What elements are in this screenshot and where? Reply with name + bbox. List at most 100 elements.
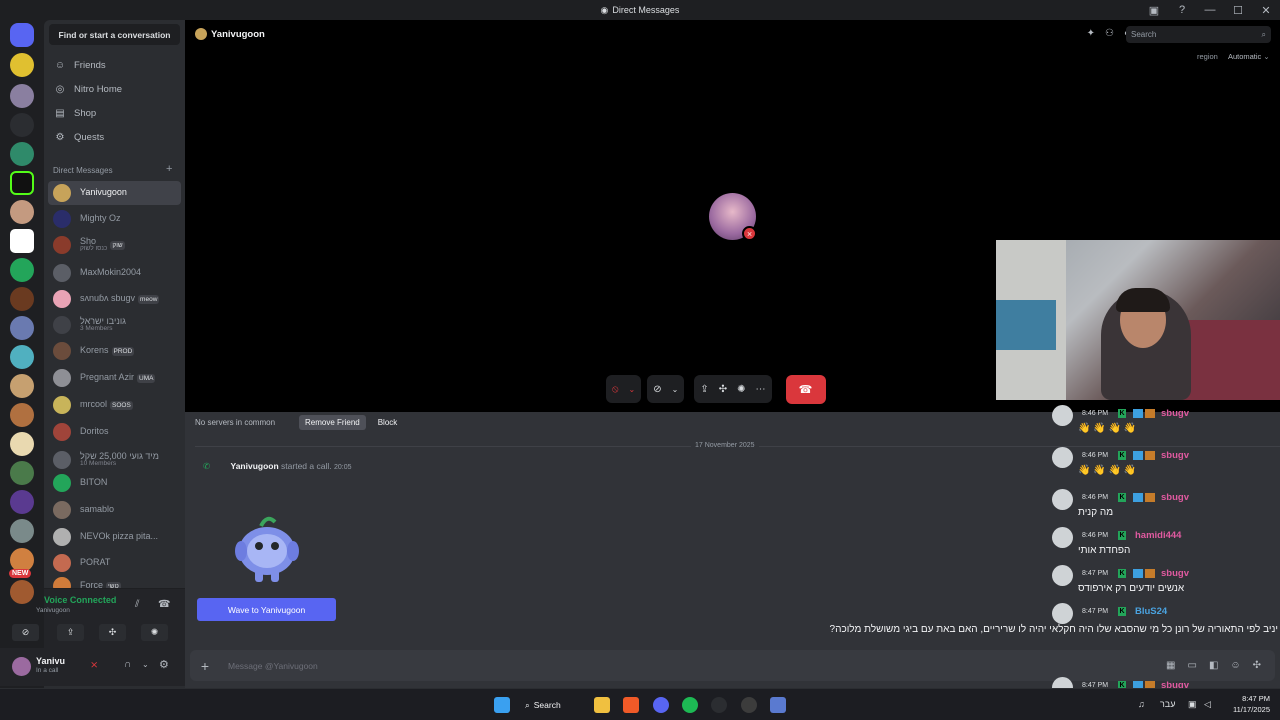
- home-button[interactable]: [10, 23, 34, 47]
- dm-item[interactable]: MaxMokin2004: [48, 261, 181, 285]
- obs-icon[interactable]: [741, 697, 757, 713]
- block-button[interactable]: Block: [378, 418, 398, 427]
- search-input[interactable]: Search ⌕: [1126, 26, 1271, 43]
- region-value[interactable]: Automatic: [1228, 52, 1261, 61]
- dm-item[interactable]: Sho כנסו לשוק שוק: [48, 233, 181, 257]
- discord-icon[interactable]: [653, 697, 669, 713]
- server-icon[interactable]: [10, 432, 34, 456]
- screenshare-button[interactable]: ⇪: [57, 624, 84, 641]
- server-icon[interactable]: [10, 171, 34, 195]
- camera-control[interactable]: ⊘ ⌄: [647, 375, 685, 403]
- help-icon[interactable]: ?: [1168, 4, 1196, 16]
- server-icon[interactable]: [10, 490, 34, 514]
- dm-item[interactable]: sʌnuɓʌ sbugv meow: [48, 287, 181, 311]
- add-friends-icon[interactable]: ⚇: [1105, 28, 1114, 39]
- volume-icon[interactable]: ◁: [1204, 699, 1211, 710]
- find-conversation-button[interactable]: Find or start a conversation: [49, 24, 180, 45]
- system-user[interactable]: Yanivugoon: [231, 461, 279, 471]
- chevron-down-icon[interactable]: ⌄: [672, 385, 679, 394]
- server-icon[interactable]: [10, 580, 34, 604]
- mic-control[interactable]: ⦸ ⌄: [606, 375, 642, 403]
- nav-friends[interactable]: ☺ Friends: [48, 54, 181, 76]
- language-indicator[interactable]: עבר: [1160, 699, 1175, 709]
- title-bar: ◉ Direct Messages ▣ ? — ☐ ✕: [0, 0, 1280, 20]
- spotify-icon[interactable]: [682, 697, 698, 713]
- nav-quests[interactable]: ⚙ Quests: [48, 126, 181, 148]
- search-icon: ⌕: [1261, 29, 1266, 39]
- avatar[interactable]: [12, 657, 31, 676]
- username[interactable]: Yanivu: [36, 656, 65, 666]
- network-icon[interactable]: ▣: [1188, 699, 1197, 710]
- voice-channel[interactable]: Yanivugoon: [36, 607, 70, 614]
- start-icon[interactable]: [494, 697, 510, 713]
- hang-up-button[interactable]: ☎: [785, 375, 826, 404]
- server-icon[interactable]: [10, 287, 34, 311]
- nav-nitro-home[interactable]: ◎ Nitro Home: [48, 78, 181, 100]
- more-icon[interactable]: ⋯: [756, 384, 766, 395]
- dm-item[interactable]: מיד גועי 25,000 שקל 10 Members: [48, 448, 181, 472]
- settings-icon[interactable]: ⚙: [159, 658, 169, 671]
- server-icon[interactable]: [10, 403, 34, 427]
- nav-shop[interactable]: ▤ Shop: [48, 102, 181, 124]
- screenshare-icon[interactable]: ⇪: [700, 384, 708, 395]
- brave-icon[interactable]: [623, 697, 639, 713]
- dm-item[interactable]: גוניבו ישראל 3 Members: [48, 313, 181, 337]
- server-icon[interactable]: [10, 200, 34, 224]
- webcam-feed[interactable]: [996, 240, 1280, 400]
- mute-icon[interactable]: ⨯: [90, 660, 98, 671]
- shop-icon: ▤: [55, 107, 65, 119]
- disconnect-icon[interactable]: ☎: [158, 599, 170, 610]
- activities-button[interactable]: ✣: [99, 624, 126, 641]
- camera-button[interactable]: ⊘: [12, 624, 39, 641]
- server-icon[interactable]: [10, 113, 34, 137]
- dm-item[interactable]: BITON: [48, 471, 181, 495]
- dm-item[interactable]: Mighty Oz: [48, 207, 181, 231]
- server-icon[interactable]: [10, 142, 34, 166]
- chevron-down-icon[interactable]: ⌄: [629, 385, 636, 394]
- attach-icon[interactable]: +: [190, 658, 220, 674]
- mic-muted-icon[interactable]: ⦸: [612, 384, 619, 395]
- region-selector[interactable]: region Automatic ⌄: [1197, 52, 1270, 61]
- server-icon[interactable]: [10, 374, 34, 398]
- activities-icon[interactable]: ✣: [719, 384, 727, 395]
- app-icon[interactable]: [711, 697, 727, 713]
- minimize-button[interactable]: —: [1196, 4, 1224, 16]
- clock[interactable]: 8:47 PM 11/17/2025: [1233, 693, 1270, 715]
- headphones-icon[interactable]: ∩: [124, 659, 131, 670]
- dm-item[interactable]: Pregnant Azir UMA: [48, 366, 181, 390]
- server-icon[interactable]: [10, 519, 34, 543]
- message-input[interactable]: Message @Yanivugoon: [228, 661, 318, 671]
- taskbar-search[interactable]: ⌕ Search: [525, 696, 577, 714]
- file-explorer-icon[interactable]: [594, 697, 610, 713]
- soundboard-button[interactable]: ✺: [141, 624, 168, 641]
- dm-item[interactable]: NEVOk pizza pita...: [48, 525, 181, 549]
- noise-suppression-icon[interactable]: ⫽: [135, 599, 139, 610]
- wave-button[interactable]: Wave to Yanivugoon: [197, 598, 336, 621]
- dm-item[interactable]: Yanivugoon: [48, 181, 181, 205]
- server-icon[interactable]: [10, 84, 34, 108]
- dm-name-block: Sho כנסו לשוק: [80, 236, 107, 253]
- remove-friend-button[interactable]: Remove Friend: [299, 414, 366, 430]
- pin-icon[interactable]: ✦: [1087, 28, 1095, 39]
- message-author: BluS24: [1135, 606, 1168, 617]
- maximize-button[interactable]: ☐: [1224, 4, 1252, 17]
- dm-item[interactable]: Doritos: [48, 420, 181, 444]
- mic-icon[interactable]: ♫: [1138, 699, 1145, 709]
- dm-item[interactable]: PORAT: [48, 551, 181, 575]
- inbox-icon[interactable]: ▣: [1140, 4, 1168, 17]
- server-icon[interactable]: [10, 316, 34, 340]
- server-icon[interactable]: [10, 229, 34, 253]
- server-icon[interactable]: [10, 53, 34, 77]
- app-icon[interactable]: [770, 697, 786, 713]
- create-dm-icon[interactable]: +: [166, 163, 172, 175]
- soundboard-icon[interactable]: ✺: [737, 384, 745, 395]
- dm-item[interactable]: mrcool SOOS: [48, 393, 181, 417]
- server-icon[interactable]: [10, 345, 34, 369]
- camera-off-icon[interactable]: ⊘: [653, 384, 661, 395]
- dm-item[interactable]: Korens PROD: [48, 339, 181, 363]
- server-icon[interactable]: [10, 461, 34, 485]
- chevron-down-icon[interactable]: ⌄: [142, 660, 149, 669]
- dm-item[interactable]: samablo: [48, 498, 181, 522]
- server-icon[interactable]: [10, 258, 34, 282]
- close-button[interactable]: ✕: [1252, 4, 1280, 17]
